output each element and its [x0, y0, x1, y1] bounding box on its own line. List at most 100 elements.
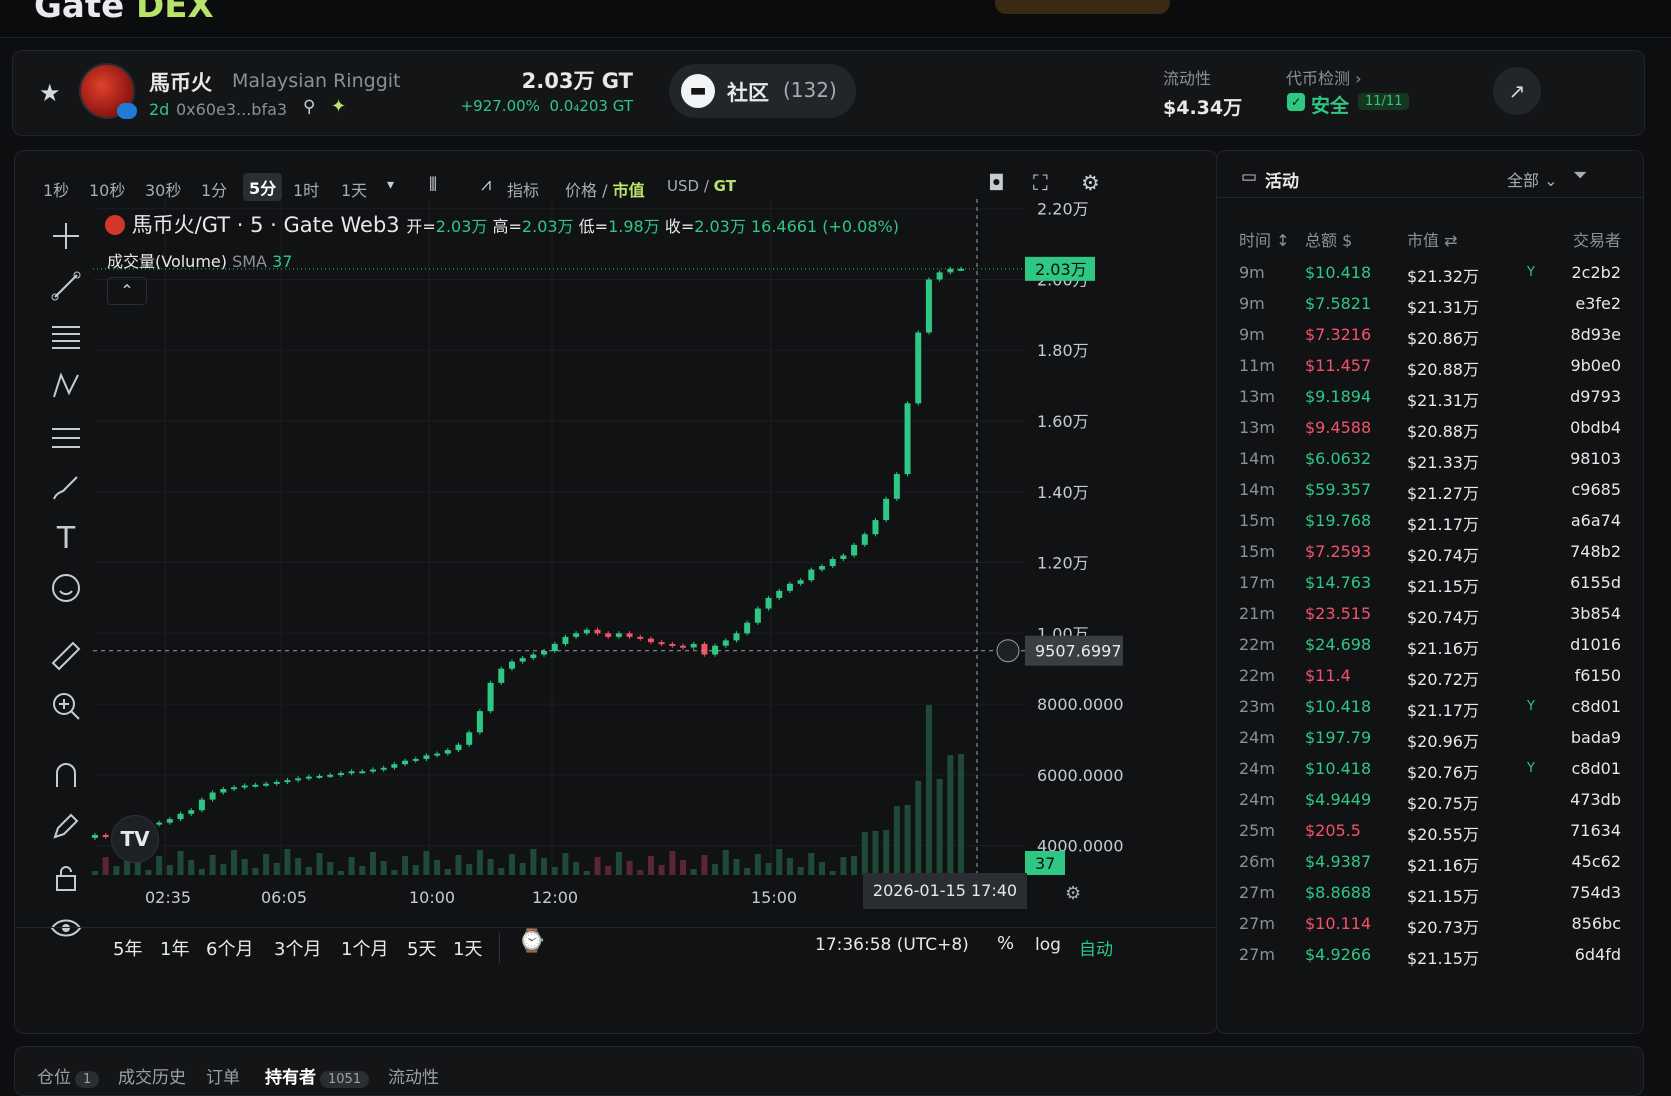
- trade-total: $10.418: [1305, 697, 1372, 716]
- range-5年[interactable]: 5年: [113, 935, 142, 961]
- trade-trader[interactable]: d9793: [1537, 387, 1621, 406]
- trade-row[interactable]: 27m $4.9266 $21.15万 6d4fd: [1217, 939, 1643, 972]
- col-mcap[interactable]: 市值 ⇄: [1407, 227, 1458, 251]
- trade-trader[interactable]: d1016: [1537, 635, 1621, 654]
- price-chart[interactable]: 2.20万2.00万1.80万1.60万1.40万1.20万1.00万8000.…: [15, 151, 1218, 1034]
- trade-trader[interactable]: bada9: [1537, 728, 1621, 747]
- volume-bar: [530, 849, 537, 875]
- trade-trader[interactable]: 473db: [1537, 790, 1621, 809]
- trade-row[interactable]: 13m $9.4588 $20.88万 0bdb4: [1217, 412, 1643, 445]
- tab-持有者[interactable]: 持有者 1051: [265, 1063, 370, 1088]
- tradingview-logo[interactable]: TV: [111, 815, 159, 863]
- trade-row[interactable]: 13m $9.1894 $21.31万 d9793: [1217, 381, 1643, 414]
- last-price-label: 2.03万: [1035, 260, 1087, 279]
- funnel-icon[interactable]: ⏷: [1573, 165, 1587, 186]
- trade-total: $7.5821: [1305, 294, 1372, 313]
- trade-row[interactable]: 27m $10.114 $20.73万 856bc: [1217, 908, 1643, 941]
- trade-trader[interactable]: 6155d: [1537, 573, 1621, 592]
- share-icon[interactable]: ↗: [1493, 67, 1541, 115]
- trade-trader[interactable]: 6d4fd: [1537, 945, 1621, 964]
- trade-trader[interactable]: 2c2b2: [1537, 263, 1622, 282]
- filter-select[interactable]: 全部 ⌄: [1507, 167, 1558, 191]
- trade-row[interactable]: 15m $7.2593 $20.74万 748b2: [1217, 536, 1643, 569]
- col-time[interactable]: 时间 ↕: [1239, 227, 1290, 251]
- star-icon[interactable]: ★: [39, 79, 61, 107]
- trade-row[interactable]: 23m $10.418 $21.17万 Yc8d01: [1217, 691, 1643, 724]
- trade-row[interactable]: 24m $197.79 $20.96万 bada9: [1217, 722, 1643, 755]
- trade-row[interactable]: 22m $11.4 $20.72万 f6150: [1217, 660, 1643, 693]
- trade-row[interactable]: 25m $205.5 $20.55万 71634: [1217, 815, 1643, 848]
- trade-row[interactable]: 24m $10.418 $20.76万 Yc8d01: [1217, 753, 1643, 786]
- trade-row[interactable]: 26m $4.9387 $21.16万 45c62: [1217, 846, 1643, 879]
- col-total[interactable]: 总额 $: [1305, 227, 1352, 251]
- trade-row[interactable]: 24m $4.9449 $20.75万 473db: [1217, 784, 1643, 817]
- trade-trader[interactable]: 71634: [1537, 821, 1621, 840]
- candle-body: [188, 810, 195, 814]
- candle-body: [594, 629, 601, 634]
- auto-toggle[interactable]: 自动: [1079, 935, 1113, 960]
- trade-row[interactable]: 11m $11.457 $20.88万 9b0e0: [1217, 350, 1643, 383]
- search-icon[interactable]: ⚲: [303, 97, 315, 117]
- trade-trader[interactable]: 8d93e: [1537, 325, 1621, 344]
- trade-row[interactable]: 22m $24.698 $21.16万 d1016: [1217, 629, 1643, 662]
- add-alert-icon[interactable]: [996, 639, 1020, 663]
- candle-body: [220, 789, 227, 793]
- community-button[interactable]: ▬ 社区 (132): [669, 64, 856, 118]
- volume-bar: [904, 805, 911, 875]
- trade-trader[interactable]: 9b0e0: [1537, 356, 1621, 375]
- trade-time: 27m: [1239, 914, 1275, 933]
- dollar-icon: $: [1342, 231, 1353, 250]
- promo-button[interactable]: [995, 0, 1170, 14]
- range-3个月[interactable]: 3个月: [274, 935, 321, 961]
- trade-row[interactable]: 21m $23.515 $20.74万 3b854: [1217, 598, 1643, 631]
- trade-row[interactable]: 9m $7.5821 $21.31万 e3fe2: [1217, 288, 1643, 321]
- clock-time[interactable]: 17:36:58 (UTC+8): [815, 935, 969, 955]
- range-6个月[interactable]: 6个月: [206, 935, 253, 961]
- trade-trader[interactable]: c8d01: [1537, 697, 1622, 716]
- collapse-legend-icon[interactable]: ⌃: [107, 277, 147, 305]
- logo[interactable]: Gate DEX: [34, 0, 214, 26]
- trade-row[interactable]: 9m $7.3216 $20.86万 8d93e: [1217, 319, 1643, 352]
- trade-trader[interactable]: c9685: [1537, 480, 1621, 499]
- volume-bar: [273, 863, 280, 875]
- token-check-label: 代币检测: [1286, 69, 1351, 88]
- trade-trader[interactable]: 748b2: [1537, 542, 1621, 561]
- date-range-icon[interactable]: ⌚: [518, 929, 545, 954]
- trade-mcap: $21.15万: [1407, 949, 1479, 968]
- tab-成交历史[interactable]: 成交历史: [118, 1063, 186, 1088]
- range-1个月[interactable]: 1个月: [341, 935, 388, 961]
- trade-row[interactable]: 14m $6.0632 $21.33万 98103: [1217, 443, 1643, 476]
- tab-仓位[interactable]: 仓位 1: [37, 1063, 100, 1088]
- trade-trader[interactable]: 856bc: [1537, 914, 1622, 933]
- trade-trader[interactable]: 754d3: [1537, 883, 1621, 902]
- log-toggle[interactable]: log: [1035, 935, 1061, 955]
- sparkle-icon[interactable]: ✦: [331, 96, 346, 117]
- safe-score: 11/11: [1358, 93, 1410, 110]
- tab-订单[interactable]: 订单: [206, 1063, 240, 1088]
- token-check-link[interactable]: 代币检测 ›: [1286, 65, 1362, 89]
- trade-row[interactable]: 17m $14.763 $21.15万 6155d: [1217, 567, 1643, 600]
- trade-trader[interactable]: a6a74: [1537, 511, 1621, 530]
- trade-trader[interactable]: 0bdb4: [1537, 418, 1621, 437]
- trade-row[interactable]: 15m $19.768 $21.17万 a6a74: [1217, 505, 1643, 538]
- range-5天[interactable]: 5天: [407, 935, 436, 961]
- chart-settings-icon[interactable]: ⚙: [1065, 883, 1081, 904]
- trade-time: 21m: [1239, 604, 1275, 623]
- trade-trader[interactable]: 3b854: [1537, 604, 1621, 623]
- trade-trader[interactable]: e3fe2: [1537, 294, 1621, 313]
- trade-row[interactable]: 14m $59.357 $21.27万 c9685: [1217, 474, 1643, 507]
- trade-trader[interactable]: c8d01: [1537, 759, 1622, 778]
- token-address[interactable]: 0x60e3...bfa3: [176, 100, 287, 119]
- low-value: 1.98万: [608, 217, 660, 236]
- volume-bar: [519, 863, 526, 875]
- range-1年[interactable]: 1年: [160, 935, 189, 961]
- range-1天[interactable]: 1天: [453, 935, 482, 961]
- trade-trader[interactable]: 98103: [1537, 449, 1621, 468]
- trade-trader[interactable]: f6150: [1537, 666, 1621, 685]
- trade-trader[interactable]: 45c62: [1537, 852, 1621, 871]
- trade-row[interactable]: 27m $8.8688 $21.15万 754d3: [1217, 877, 1643, 910]
- trade-time: 24m: [1239, 728, 1275, 747]
- tab-流动性[interactable]: 流动性: [388, 1063, 439, 1088]
- percent-toggle[interactable]: %: [997, 933, 1014, 954]
- trade-row[interactable]: 9m $10.418 $21.32万 Y 2c2b2: [1217, 257, 1643, 290]
